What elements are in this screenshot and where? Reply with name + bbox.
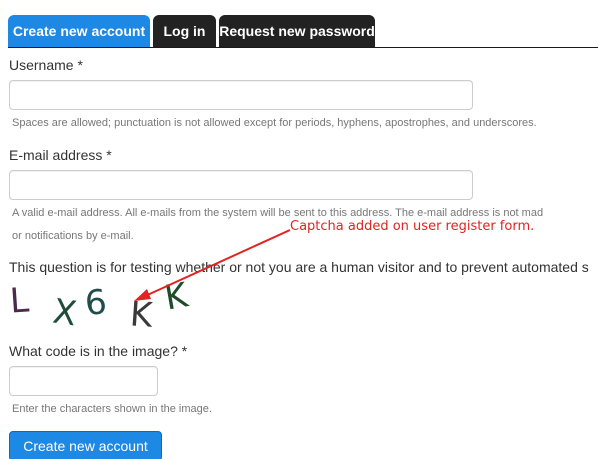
username-required-marker: *	[77, 57, 83, 73]
register-page: Create new account Log in Request new pa…	[0, 0, 598, 459]
captcha-description: Enter the characters shown in the image.	[12, 403, 212, 415]
email-field-wrapper	[9, 170, 473, 200]
email-required-marker: *	[106, 147, 112, 163]
account-tabs: Create new account Log in Request new pa…	[8, 15, 598, 48]
tab-log-in[interactable]: Log in	[153, 15, 216, 47]
create-account-button[interactable]: Create new account	[9, 431, 162, 459]
captcha-input[interactable]	[10, 367, 157, 395]
captcha-image: L X 6 K K	[0, 275, 220, 337]
captcha-required-marker: *	[181, 343, 188, 359]
email-input[interactable]	[10, 171, 472, 199]
email-description-line2: or notifications by e-mail.	[12, 230, 134, 242]
captcha-char-3: 6	[82, 281, 109, 325]
captcha-char-5: K	[161, 275, 191, 319]
tab-request-new-password[interactable]: Request new password	[219, 15, 375, 47]
username-input[interactable]	[10, 81, 472, 109]
captcha-code-label-text: What code is in the image?	[9, 343, 178, 359]
captcha-field-wrapper	[9, 366, 158, 396]
username-label: Username *	[9, 57, 83, 73]
email-label: E-mail address *	[9, 147, 112, 163]
username-field-wrapper	[9, 80, 473, 110]
captcha-char-4: K	[128, 294, 154, 336]
annotation-text: Captcha added on user register form.	[290, 219, 535, 234]
username-description: Spaces are allowed; punctuation is not a…	[12, 117, 537, 129]
tab-create-new-account[interactable]: Create new account	[8, 15, 150, 47]
username-label-text: Username	[9, 57, 74, 73]
captcha-code-label: What code is in the image? *	[9, 343, 187, 359]
captcha-question: This question is for testing whether or …	[9, 259, 589, 275]
captcha-char-1: L	[8, 280, 31, 322]
email-label-text: E-mail address	[9, 147, 103, 163]
captcha-char-2: X	[50, 291, 79, 335]
